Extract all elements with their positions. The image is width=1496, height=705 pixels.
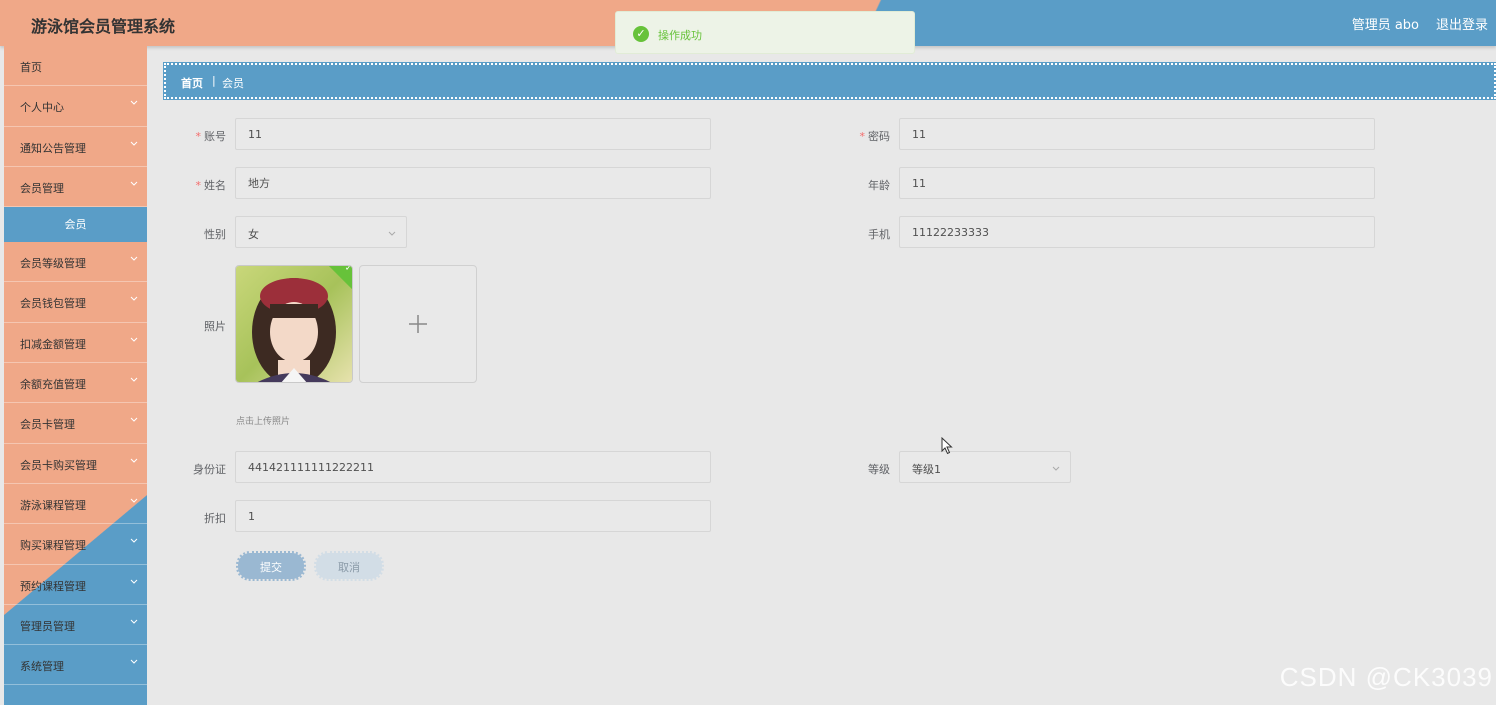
chevron-down-icon [129, 455, 139, 465]
sidebar-item-swim-course[interactable]: 游泳课程管理 [4, 484, 147, 525]
sidebar-item-label: 通知公告管理 [20, 141, 86, 155]
sidebar-item-home[interactable]: 首页 [4, 46, 147, 87]
phone-input[interactable] [899, 216, 1375, 248]
sidebar-item-label: 管理员管理 [20, 619, 75, 633]
breadcrumb-home[interactable]: 首页 [181, 75, 203, 91]
logout-link[interactable]: 退出登录 [1436, 14, 1488, 33]
portrait-image [236, 266, 352, 382]
sidebar-item-admin[interactable]: 管理员管理 [4, 605, 147, 646]
gender-value: 女 [248, 228, 259, 241]
chevron-down-icon [129, 414, 139, 424]
current-user: 管理员 abo [1351, 18, 1419, 33]
member-photo[interactable]: ✓ [235, 265, 353, 383]
level-label: 等级 [868, 463, 890, 476]
chevron-down-icon [129, 616, 139, 626]
idcard-input[interactable] [235, 451, 711, 483]
account-label: * 账号 [195, 130, 227, 143]
gender-label: 性别 [204, 228, 226, 241]
app-title: 游泳馆会员管理系统 [31, 17, 176, 36]
breadcrumb: 首页 | 会员 [163, 62, 1496, 100]
sidebar-item-label: 首页 [20, 61, 42, 74]
breadcrumb-separator: | [212, 74, 216, 87]
chevron-down-icon [129, 495, 139, 505]
chevron-down-icon [129, 253, 139, 263]
password-label: * 密码 [859, 130, 891, 143]
chevron-down-icon [129, 97, 139, 107]
discount-label: 折扣 [204, 512, 226, 525]
gender-select[interactable]: 女 [235, 216, 407, 248]
idcard-label: 身份证 [193, 463, 226, 476]
sidebar-item-label: 购买课程管理 [20, 539, 86, 553]
chevron-down-icon [387, 228, 397, 238]
chevron-down-icon [129, 138, 139, 148]
level-value: 等级1 [912, 463, 941, 476]
breadcrumb-current: 会员 [222, 77, 244, 90]
sidebar-item-notice[interactable]: 通知公告管理 [4, 127, 147, 167]
sidebar-item-label: 会员管理 [20, 181, 64, 195]
sidebar-item-label: 会员钱包管理 [20, 297, 86, 311]
age-label: 年龄 [868, 179, 890, 192]
discount-input[interactable] [235, 500, 711, 532]
chevron-down-icon [129, 535, 139, 545]
chevron-down-icon [129, 656, 139, 666]
check-icon: ✓ [344, 265, 353, 274]
sidebar-item-label: 会员卡购买管理 [20, 458, 97, 472]
sidebar-item-course-purchase[interactable]: 购买课程管理 [4, 524, 147, 565]
sidebar-item-wallet[interactable]: 会员钱包管理 [4, 282, 147, 323]
check-circle-icon: ✓ [633, 26, 649, 42]
submit-button[interactable]: 提交 [236, 551, 306, 581]
sidebar-item-label: 会员等级管理 [20, 257, 86, 271]
upload-tip: 点击上传照片 [236, 417, 291, 427]
chevron-down-icon [1051, 463, 1061, 473]
upload-photo-button[interactable] [359, 265, 477, 383]
level-select[interactable]: 等级1 [899, 451, 1071, 483]
chevron-down-icon [129, 334, 139, 344]
chevron-down-icon [129, 178, 139, 188]
sidebar-item-label: 个人中心 [20, 101, 64, 115]
sidebar-item-label: 会员卡管理 [20, 418, 75, 432]
chevron-down-icon [129, 374, 139, 384]
sidebar-item-label: 扣减金额管理 [20, 337, 86, 351]
sidebar-item-course-booking[interactable]: 预约课程管理 [4, 565, 147, 605]
sidebar-item-label: 余额充值管理 [20, 378, 86, 392]
plus-icon [408, 314, 428, 334]
chevron-down-icon [129, 576, 139, 586]
account-input[interactable] [235, 118, 711, 150]
sidebar-item-deduction[interactable]: 扣减金额管理 [4, 323, 147, 364]
name-label: * 姓名 [195, 179, 227, 192]
sidebar-item-member-manage[interactable]: 会员管理 [4, 167, 147, 208]
cancel-button[interactable]: 取消 [314, 551, 384, 581]
watermark: CSDN @CK3039 [1279, 662, 1493, 692]
photo-label: 照片 [204, 320, 226, 333]
sidebar-item-label: 游泳课程管理 [20, 498, 86, 512]
sidebar-item-recharge[interactable]: 余额充值管理 [4, 363, 147, 404]
password-input[interactable] [899, 118, 1375, 150]
phone-label: 手机 [868, 228, 890, 241]
sidebar-item-label: 系统管理 [20, 660, 64, 674]
sidebar-item-label: 预约课程管理 [20, 579, 86, 593]
name-input[interactable] [235, 167, 711, 199]
sidebar-item-member-level[interactable]: 会员等级管理 [4, 242, 147, 283]
sidebar-subitem-member[interactable]: 会员 [4, 207, 147, 243]
sidebar-item-card-purchase[interactable]: 会员卡购买管理 [4, 444, 147, 484]
chevron-down-icon [129, 293, 139, 303]
success-toast: ✓ 操作成功 [615, 11, 915, 54]
sidebar: 首页 个人中心 通知公告管理 会员管理 会员 会员等级管理 会员钱包管理 扣减金… [4, 46, 147, 705]
age-input[interactable] [899, 167, 1375, 199]
toast-message: 操作成功 [658, 29, 702, 42]
mouse-cursor-icon [941, 436, 953, 455]
sidebar-item-member-card[interactable]: 会员卡管理 [4, 403, 147, 444]
sidebar-item-system[interactable]: 系统管理 [4, 645, 147, 686]
sidebar-item-personal-center[interactable]: 个人中心 [4, 86, 147, 127]
